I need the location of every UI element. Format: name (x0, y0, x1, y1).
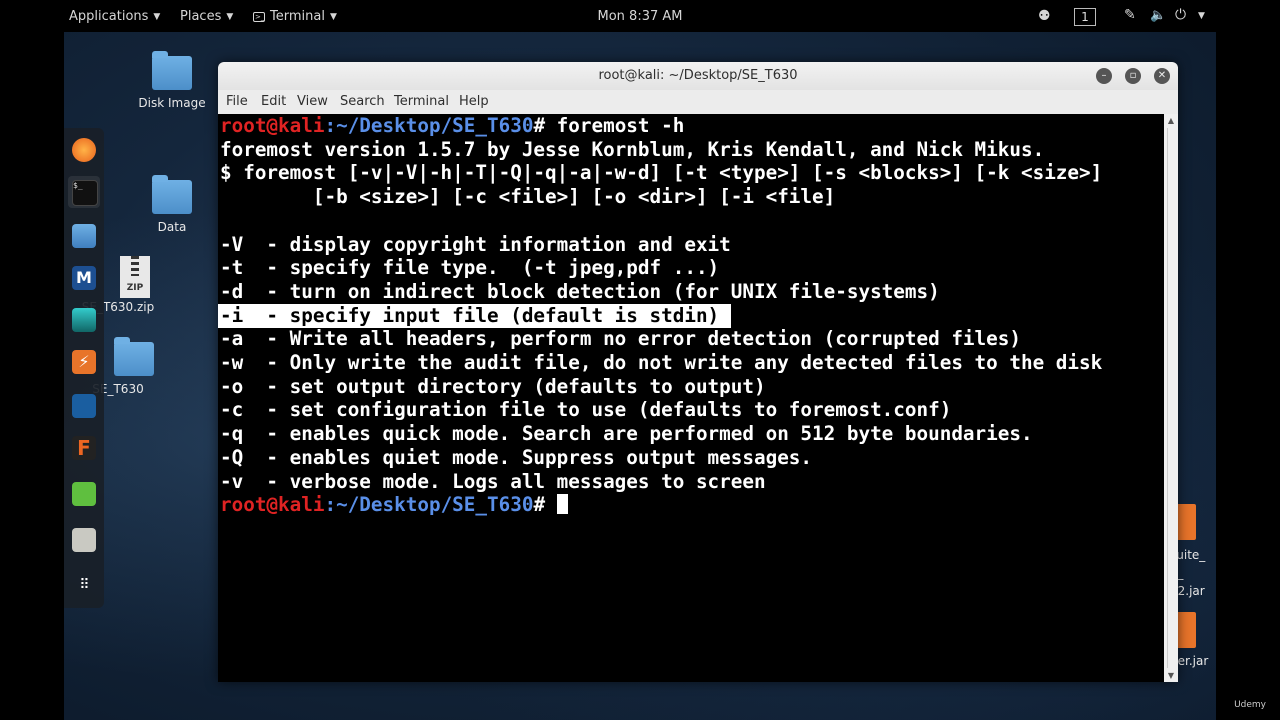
dock-notes[interactable] (68, 478, 100, 510)
output-line: -v - verbose mode. Logs all messages to … (220, 469, 766, 493)
workspace-indicator[interactable]: 1 (1074, 8, 1096, 26)
desktop-icon-label: Data (157, 220, 187, 234)
output-line: foremost version 1.5.7 by Jesse Kornblum… (220, 137, 1045, 161)
firefox-icon (72, 138, 96, 162)
menu-terminal[interactable]: Terminal (394, 94, 449, 109)
volume-icon[interactable]: 🔈 (1150, 8, 1166, 23)
maximize-button[interactable]: ▫ (1125, 68, 1141, 84)
prompt-path: :~/Desktop/SE_T630 (324, 493, 534, 517)
dock-burpsuite[interactable]: ⚡ (68, 346, 100, 378)
screenshot-icon (72, 528, 96, 552)
power-icon[interactable]: ⏻ (1175, 7, 1186, 23)
dock-maltego[interactable] (68, 390, 100, 422)
users-icon[interactable]: ⚉ (1038, 8, 1051, 24)
terminal-output[interactable]: root@kali:~/Desktop/SE_T630# foremost -h… (218, 114, 1164, 682)
output-line: -o - set output directory (defaults to o… (220, 374, 766, 398)
folder-icon (152, 51, 192, 90)
files-icon (72, 224, 96, 248)
prompt-user: root@kali (220, 114, 325, 137)
dock: $_ M ⚡ F ⠿ (64, 128, 104, 608)
zip-label: ZIP (126, 283, 144, 293)
window-titlebar[interactable]: root@kali: ~/Desktop/SE_T630 – ▫ ✕ (218, 62, 1178, 90)
output-line: -q - enables quick mode. Search are perf… (220, 422, 1033, 446)
output-line: -d - turn on indirect block detection (f… (220, 279, 940, 303)
desktop-icon-label: Disk Image (138, 96, 206, 110)
menu-file[interactable]: File (226, 94, 248, 109)
faraday-icon: F (72, 436, 96, 460)
desktop-icon-data[interactable]: Data (132, 175, 212, 234)
dock-armitage[interactable] (68, 304, 100, 336)
dock-firefox[interactable] (68, 134, 100, 166)
dock-metasploit[interactable]: M (68, 262, 100, 294)
scrollbar-thumb[interactable] (1167, 128, 1176, 668)
maltego-icon (72, 394, 96, 418)
output-line: [-b <size>] [-c <file>] [-o <dir>] [-i <… (220, 185, 836, 209)
output-line: -t - specify file type. (-t jpeg,pdf ...… (220, 256, 720, 280)
menu-view[interactable]: View (297, 94, 328, 109)
notes-icon (72, 482, 96, 506)
output-line: -Q - enables quiet mode. Suppress output… (220, 445, 813, 469)
output-line: -V - display copyright information and e… (220, 232, 731, 256)
close-button[interactable]: ✕ (1154, 68, 1170, 84)
terminal-icon: $_ (72, 180, 98, 206)
minimize-button[interactable]: – (1096, 68, 1112, 84)
top-panel: Applications ▼ Places ▼ >_ Terminal ▼ Mo… (0, 0, 1280, 32)
letterbox-right (1216, 32, 1280, 720)
output-line: -c - set configuration file to use (defa… (220, 398, 952, 422)
scroll-up-icon[interactable]: ▲ (1164, 116, 1178, 125)
app-grid-icon: ⠿ (79, 577, 89, 593)
text-cursor (556, 494, 568, 515)
prompt-user: root@kali (220, 493, 325, 517)
menu-search[interactable]: Search (340, 94, 385, 109)
pen-icon[interactable]: ✎ (1124, 7, 1136, 23)
metasploit-icon: M (72, 266, 96, 290)
terminal-window: root@kali: ~/Desktop/SE_T630 – ▫ ✕ File … (218, 62, 1178, 682)
watermark: Udemy (1234, 700, 1266, 710)
desktop-icon-disk-image[interactable]: Disk Image (132, 51, 212, 110)
output-line: -a - Write all headers, perform no error… (220, 327, 1021, 351)
folder-icon (114, 337, 154, 376)
armitage-icon (72, 308, 96, 332)
selected-output-line: -i - specify input file (default is stdi… (218, 303, 732, 328)
output-line: $ foremost [-v|-V|-h|-T|-Q|-q|-a|-w-d] [… (220, 161, 1103, 185)
prompt-line: root@kali:~/Desktop/SE_T630# foremost -h (220, 114, 684, 138)
command-text: foremost -h (556, 114, 685, 137)
dock-terminal[interactable]: $_ (68, 176, 100, 208)
dock-faraday[interactable]: F (68, 432, 100, 464)
prompt-suffix: # (533, 114, 557, 137)
chevron-down-icon[interactable]: ▼ (1198, 11, 1205, 21)
prompt-suffix: # (533, 493, 557, 517)
prompt-path: :~/Desktop/SE_T630 (324, 114, 534, 137)
letterbox-left (0, 32, 64, 720)
burpsuite-icon: ⚡ (72, 350, 96, 374)
scrollbar[interactable]: ▲ ▼ (1164, 114, 1178, 682)
menu-edit[interactable]: Edit (261, 94, 286, 109)
menubar: File Edit View Search Terminal Help (218, 90, 1178, 114)
jar-file-icon[interactable] (1176, 504, 1196, 540)
jar-file-icon[interactable] (1176, 612, 1196, 648)
output-line: -w - Only write the audit file, do not w… (220, 351, 1103, 374)
folder-icon (152, 175, 192, 214)
dock-screenshot[interactable] (68, 524, 100, 556)
zip-file-icon: ZIP (120, 256, 150, 298)
dock-files[interactable] (68, 220, 100, 252)
dock-show-apps[interactable]: ⠿ (68, 570, 100, 602)
prompt-line: root@kali:~/Desktop/SE_T630# (220, 493, 568, 517)
window-title: root@kali: ~/Desktop/SE_T630 (598, 68, 798, 83)
scroll-down-icon[interactable]: ▼ (1164, 671, 1178, 680)
menu-help[interactable]: Help (459, 94, 489, 109)
